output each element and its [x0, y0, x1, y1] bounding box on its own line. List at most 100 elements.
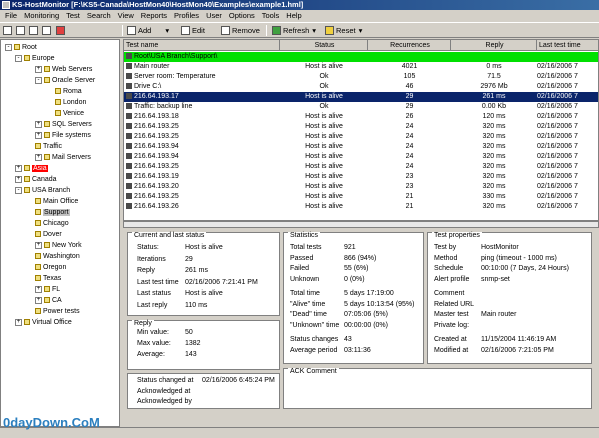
tree-item[interactable]: Venice	[55, 108, 84, 119]
tree-item[interactable]: Washington	[35, 251, 80, 262]
horizontal-scrollbar[interactable]	[123, 221, 599, 228]
remove-button[interactable]: Remove	[221, 24, 260, 37]
col-reply[interactable]: Reply	[451, 40, 537, 51]
menu-view[interactable]: View	[115, 10, 137, 21]
col-status[interactable]: Status	[280, 40, 368, 51]
edit-button[interactable]: Edit	[181, 24, 205, 37]
tree-item[interactable]: Texas	[35, 273, 61, 284]
table-row[interactable]: Traffic: backup line Ok 29 0.00 Kb 02/16/200…	[124, 102, 598, 112]
menu-help[interactable]: Help	[283, 10, 304, 21]
tree-item[interactable]: + SQL Servers	[35, 119, 92, 130]
table-row[interactable]: Server room: Temperature Ok 105 71.5 02/16/2…	[124, 72, 598, 82]
refresh-button[interactable]: Refresh ▾	[272, 24, 316, 37]
tree-item[interactable]: Dover	[35, 229, 62, 240]
table-cell: 02/16/2006 7	[537, 102, 598, 112]
expand-icon[interactable]: +	[15, 164, 22, 172]
menu-user[interactable]: User	[203, 10, 225, 21]
collapse-icon[interactable]: -	[15, 54, 22, 62]
table-row[interactable]: 216.64.193.94 Host is alive 24 320 ms 02/16/…	[124, 152, 598, 162]
tree-item[interactable]: - USA Branch	[15, 185, 70, 196]
ack-comment-panel[interactable]: ACK Comment	[283, 368, 592, 409]
tree-item[interactable]: - Europe	[15, 53, 55, 64]
tree-item[interactable]: + Asia	[15, 163, 48, 174]
tree-item[interactable]: + Canada	[15, 174, 57, 185]
table-row[interactable]: Root\USA Branch\Support\	[124, 52, 598, 62]
panel-title: Reply	[132, 320, 154, 327]
tree-item[interactable]: Chicago	[35, 218, 69, 229]
expand-icon[interactable]: +	[35, 131, 42, 139]
folder-tree[interactable]: - Root - Europe + Web Servers - Oracle Server Ro…	[0, 39, 120, 427]
expand-icon[interactable]: +	[15, 318, 22, 326]
table-row[interactable]: 216.64.193.26 Host is alive 21 320 ms 02/16/…	[124, 202, 598, 212]
folder-icon	[35, 231, 41, 238]
menu-monitoring[interactable]: Monitoring	[21, 10, 62, 21]
menu-file[interactable]: File	[2, 10, 20, 21]
tree-item[interactable]: London	[55, 97, 86, 108]
collapse-icon[interactable]: -	[35, 76, 42, 84]
menu-options[interactable]: Options	[226, 10, 258, 21]
properties-button[interactable]	[42, 24, 53, 37]
tree-item[interactable]: + FL	[35, 284, 60, 295]
collapse-icon[interactable]: -	[15, 186, 22, 194]
add-button[interactable]: Add ▾	[127, 24, 169, 37]
expand-icon[interactable]: +	[35, 285, 42, 293]
field-label: Modified at	[434, 346, 469, 354]
tree-item[interactable]: - Oracle Server	[35, 75, 95, 86]
cell-text: 02/16/2006 7	[537, 93, 578, 100]
field-label: Total time	[290, 290, 320, 297]
collapse-icon[interactable]: -	[5, 43, 12, 51]
tree-item[interactable]: + New York	[35, 240, 82, 251]
table-row[interactable]: 216.64.193.19 Host is alive 23 320 ms 02/16/…	[124, 172, 598, 182]
menu-tools[interactable]: Tools	[259, 10, 283, 21]
expand-icon[interactable]: +	[35, 241, 42, 249]
expand-icon[interactable]: +	[35, 120, 42, 128]
delete-folder-button[interactable]	[29, 24, 40, 37]
menu-profiles[interactable]: Profiles	[171, 10, 202, 21]
color-button[interactable]	[56, 24, 67, 37]
table-row[interactable]: 216.64.193.25 Host is alive 24 320 ms 02/16/…	[124, 162, 598, 172]
col-last-test-time[interactable]: Last test time	[537, 40, 598, 51]
tree-item[interactable]: + CA	[35, 295, 62, 306]
chevron-down-icon[interactable]: ▾	[312, 24, 316, 37]
chevron-down-icon[interactable]: ▾	[165, 24, 169, 37]
tree-item[interactable]: - Root	[5, 42, 37, 53]
tree-item[interactable]: Oregon	[35, 262, 66, 273]
tree-item[interactable]: + Virtual Office	[15, 317, 72, 328]
menu-reports[interactable]: Reports	[138, 10, 170, 21]
table-row[interactable]: 216.64.193.25 Host is alive 21 330 ms 02/16/…	[124, 192, 598, 202]
chevron-down-icon[interactable]: ▾	[359, 24, 363, 37]
tree-item[interactable]: + Web Servers	[35, 64, 92, 75]
expand-icon[interactable]: +	[35, 65, 42, 73]
tree-item[interactable]: + File systems	[35, 130, 91, 141]
expand-icon[interactable]: +	[35, 153, 42, 161]
cell-text: 216.64.193.94	[134, 143, 179, 150]
field-value: Main router	[481, 311, 517, 318]
test-list[interactable]: Test name Status Recurrences Reply Last …	[123, 39, 599, 221]
tree-item[interactable]: Main Office	[35, 196, 78, 207]
menu-test[interactable]: Test	[63, 10, 83, 21]
table-row[interactable]: 216.64.193.18 Host is alive 26 120 ms 02/16/…	[124, 112, 598, 122]
tree-item[interactable]: Support	[35, 207, 70, 218]
table-row[interactable]: 216.64.193.25 Host is alive 24 320 ms 02/16/…	[124, 122, 598, 132]
expand-icon[interactable]: +	[35, 296, 42, 304]
col-recurrences[interactable]: Recurrences	[368, 40, 451, 51]
document-icon	[16, 26, 25, 35]
cell-text: 02/16/2006 7	[537, 113, 578, 120]
col-test-name[interactable]: Test name	[124, 40, 280, 51]
table-row[interactable]: Main router Host is alive 4021 0 ms 02/16/20…	[124, 62, 598, 72]
tree-item[interactable]: Roma	[55, 86, 82, 97]
table-row[interactable]: Drive C:\ Ok 46 2976 Mb 02/16/2006 7	[124, 82, 598, 92]
table-row[interactable]: 216.64.193.94 Host is alive 24 320 ms 02/16/…	[124, 142, 598, 152]
tree-item[interactable]: + Mail Servers	[35, 152, 91, 163]
table-row[interactable]: 216.64.193.25 Host is alive 24 320 ms 02/16/…	[124, 132, 598, 142]
menu-search[interactable]: Search	[84, 10, 114, 21]
table-cell: Main router	[124, 62, 280, 72]
reset-button[interactable]: Reset ▾	[325, 24, 362, 37]
tree-item[interactable]: Power tests	[35, 306, 80, 317]
expand-icon[interactable]: +	[15, 175, 22, 183]
table-row[interactable]: 216.64.193.20 Host is alive 23 320 ms 02/16/…	[124, 182, 598, 192]
table-row[interactable]: 216.64.193.17 Host is alive 29 261 ms 02/16/…	[124, 92, 598, 102]
tree-item[interactable]: Traffic	[35, 141, 62, 152]
new-folder-button[interactable]	[3, 24, 14, 37]
new-item-button[interactable]	[16, 24, 27, 37]
